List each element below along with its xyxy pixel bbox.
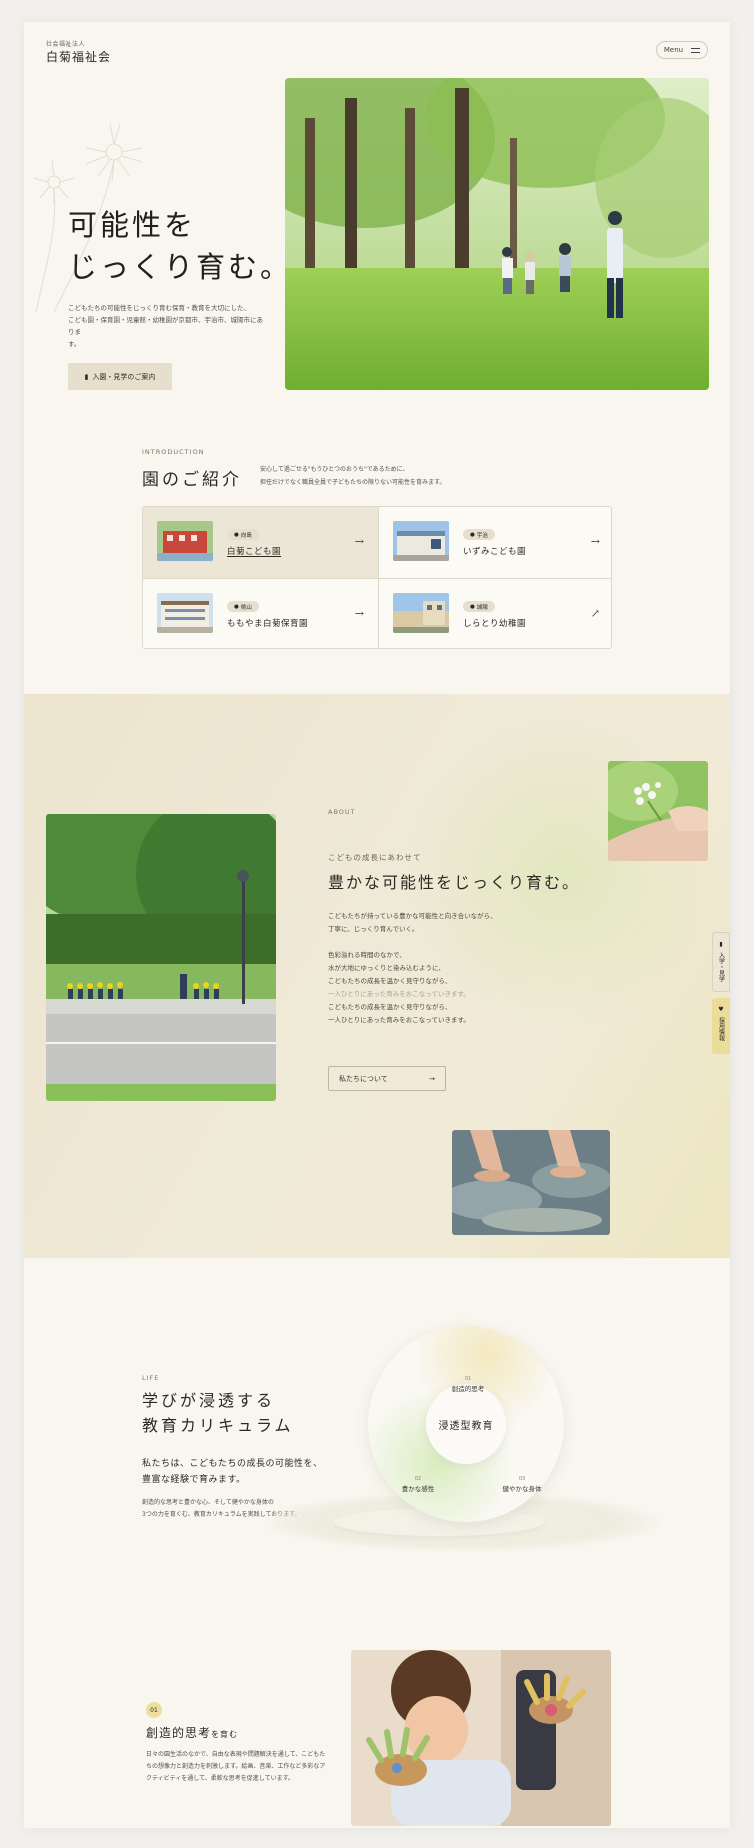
- facility-name: いずみこども園: [463, 547, 527, 557]
- location-badge: ● 桃山: [227, 601, 259, 612]
- facility-card-shiragiku[interactable]: ● 向島 白菊こども園 →: [143, 507, 378, 578]
- facility-photo: [157, 593, 213, 633]
- external-link-icon: ↗: [590, 607, 600, 620]
- arrow-right-icon: →: [354, 607, 364, 620]
- facility-name: しらとり幼稚園: [463, 619, 527, 629]
- intro-description: 安心して過ごせる"もうひとつのおうち"であるために、 担任だけでなく職員全員で子…: [260, 466, 446, 486]
- heart-icon: ♥: [717, 1006, 725, 1013]
- pin-icon: ●: [234, 603, 239, 610]
- pin-icon: ●: [470, 531, 475, 538]
- life-title: 学びが浸透する 教育カリキュラム: [142, 1391, 294, 1435]
- facility-card-momoyama[interactable]: ● 桃山 ももやま白菊保育園 →: [143, 579, 378, 650]
- water-feet-photo: [452, 1130, 610, 1235]
- facility-card-izumi[interactable]: ● 宇治 いずみこども園 →: [379, 507, 614, 578]
- kids-walking-photo: [46, 814, 276, 1101]
- hero-title: 可能性を じっくり育む。: [68, 208, 293, 284]
- craft-description: 日々の園生活のなかで、自由な表現や問題解決を通して、こどもた ちの想像力と創造力…: [146, 1751, 326, 1782]
- intro-label: INTRODUCTION: [142, 448, 205, 456]
- hamburger-icon: [691, 47, 701, 53]
- location-badge: ● 向島: [227, 529, 259, 540]
- curriculum-center: 浸透型教育: [426, 1384, 506, 1464]
- about-subtitle: こどもの成長にあわせて: [328, 853, 422, 862]
- curriculum-item-creative: 01 創造的思考: [451, 1376, 485, 1393]
- side-tab-recruit[interactable]: ♥ 採用情報: [712, 998, 730, 1054]
- step-number-badge: 01: [146, 1702, 162, 1718]
- facility-grid: ● 向島 白菊こども園 → ● 宇治 いずみこども園 → ● 桃山 ももやま白菊保育園…: [142, 506, 612, 649]
- location-badge: ● 城陽: [463, 601, 495, 612]
- about-paragraph: こどもたちが持っている豊かな可能性と向き合いながら、 丁寧に、じっくり育んでいく…: [328, 912, 497, 1024]
- org-subtitle: 社会福祉法人: [46, 41, 86, 48]
- facility-card-shiratori[interactable]: ● 城陽 しらとり幼稚園 ↗: [379, 579, 614, 650]
- about-title: 豊かな可能性をじっくり育む。: [328, 873, 581, 892]
- document-icon: ▮: [84, 372, 89, 381]
- grid-divider: [143, 578, 611, 579]
- side-tab-admission[interactable]: ▮ 入学・見学: [712, 932, 730, 992]
- location-badge: ● 宇治: [463, 529, 495, 540]
- document-icon: ▮: [717, 941, 725, 948]
- facility-name: 白菊こども園: [227, 547, 282, 557]
- pin-icon: ●: [234, 531, 239, 538]
- facility-photo: [393, 593, 449, 633]
- life-label: LIFE: [142, 1374, 160, 1382]
- facility-photo: [393, 521, 449, 561]
- menu-button[interactable]: Menu: [656, 41, 708, 59]
- arrow-right-icon: →: [429, 1074, 435, 1083]
- about-label: ABOUT: [328, 808, 356, 816]
- curriculum-item-body: 03 健やかな身体: [502, 1476, 542, 1493]
- child-painting-photo: [351, 1650, 611, 1826]
- flower-photo: [608, 761, 708, 861]
- intro-title: 園のご紹介: [142, 470, 242, 490]
- about-section: ABOUT こどもの成長にあわせて 豊かな可能性をじっくり育む。 こどもたちが持…: [24, 694, 730, 1258]
- org-logo-name[interactable]: 白菊福祉会: [46, 48, 111, 65]
- admission-guide-button[interactable]: ▮ 入園・見学のご案内: [68, 363, 172, 390]
- hero-photo: [285, 78, 709, 390]
- curriculum-item-sensitivity: 02 豊かな感性: [401, 1476, 435, 1493]
- facility-name: ももやま白菊保育園: [227, 619, 309, 629]
- page: 社会福祉法人 白菊福祉会 Menu 可能性を じっくり育む。 こどもたちの可能性…: [24, 22, 730, 1828]
- hero-description: こどもたちの可能性をじっくり育む保育・教育を大切にした、 こども園・保育園・児童…: [68, 304, 263, 348]
- life-lead: 私たちは、こどもたちの成長の可能性を、 豊富な経験で育みます。: [142, 1459, 323, 1485]
- about-us-button[interactable]: 私たちについて →: [328, 1066, 446, 1091]
- menu-label: Menu: [663, 46, 684, 54]
- facility-photo: [157, 521, 213, 561]
- arrow-right-icon: →: [354, 535, 364, 548]
- pin-icon: ●: [470, 603, 475, 610]
- craft-title: 創造的思考を育む: [146, 1726, 239, 1740]
- arrow-right-icon: →: [590, 535, 600, 548]
